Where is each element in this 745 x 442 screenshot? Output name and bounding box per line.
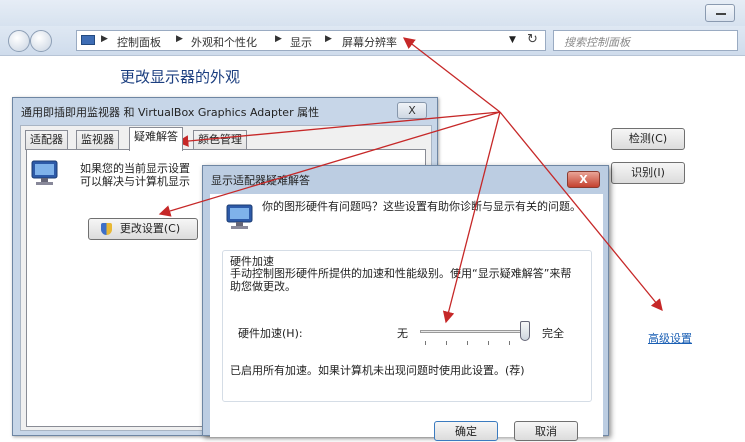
acceleration-label: 硬件加速(H): [238, 327, 303, 340]
dialog-title: 显示适配器疑难解答 [211, 174, 310, 187]
slider-tick [446, 341, 447, 345]
hardware-acceleration-description: 手动控制图形硬件所提供的加速和性能级别。使用“显示疑难解答”来帮助您做更改。 [230, 267, 572, 293]
slider-min-label: 无 [397, 327, 408, 340]
control-panel-icon [81, 35, 95, 45]
tab-color-management[interactable]: 颜色管理 [193, 130, 247, 150]
back-button[interactable] [8, 30, 30, 52]
window-titlebar [0, 0, 745, 26]
change-settings-label: 更改设置(C) [119, 222, 181, 235]
minimize-button[interactable] [705, 4, 735, 22]
page-title: 更改显示器的外观 [120, 68, 241, 86]
forward-button[interactable] [30, 30, 52, 52]
monitor-icon [226, 204, 253, 229]
monitor-icon [31, 160, 58, 185]
acceleration-status: 已启用所有加速。如果计算机未出现问题时使用此设置。(荐) [230, 364, 525, 377]
troubleshooter-intro: 你的图形硬件有问题吗？这些设置有助你诊断与显示有关的问题。 [262, 200, 581, 213]
minimize-icon [716, 13, 726, 15]
close-button[interactable]: X [397, 102, 427, 119]
breadcrumb-item[interactable]: 屏幕分辨率 [342, 34, 397, 50]
tab-adapter[interactable]: 适配器 [25, 130, 68, 150]
detect-button[interactable]: 检测(C) [611, 128, 685, 150]
breadcrumb-item[interactable]: 控制面板 [117, 34, 161, 50]
change-settings-button[interactable]: 更改设置(C) [88, 218, 198, 240]
breadcrumb-separator-icon: ▶ [101, 34, 108, 44]
slider-thumb[interactable] [520, 321, 530, 341]
close-button[interactable]: X [567, 171, 600, 188]
slider-max-label: 完全 [542, 327, 564, 340]
dialog-title: 通用即插即用监视器 和 VirtualBox Graphics Adapter … [21, 106, 320, 119]
shield-icon [101, 223, 112, 235]
breadcrumb-separator-icon: ▶ [275, 34, 282, 44]
slider-tick [488, 341, 489, 345]
ok-button[interactable]: 确定 [434, 421, 498, 441]
slider-tick [467, 341, 468, 345]
acceleration-slider[interactable] [420, 330, 530, 333]
cancel-button[interactable]: 取消 [514, 421, 578, 441]
search-input[interactable]: 搜索控制面板 [553, 30, 738, 51]
address-bar[interactable]: ▶ 控制面板 ▶ 外观和个性化 ▶ 显示 ▶ 屏幕分辨率 ▼ ↻ [76, 30, 546, 51]
tab-troubleshoot[interactable]: 疑难解答 [129, 127, 183, 151]
breadcrumb-item[interactable]: 显示 [290, 34, 312, 50]
slider-tick [509, 341, 510, 345]
dropdown-arrow-icon[interactable]: ▼ [509, 35, 516, 45]
tab-monitor[interactable]: 监视器 [76, 130, 119, 150]
breadcrumb-separator-icon: ▶ [325, 34, 332, 44]
slider-tick [425, 341, 426, 345]
refresh-icon[interactable]: ↻ [527, 32, 538, 47]
breadcrumb-item[interactable]: 外观和个性化 [191, 34, 257, 50]
advanced-settings-link[interactable]: 高级设置 [648, 330, 692, 346]
identify-button[interactable]: 识别(I) [611, 162, 685, 184]
breadcrumb-separator-icon: ▶ [176, 34, 183, 44]
